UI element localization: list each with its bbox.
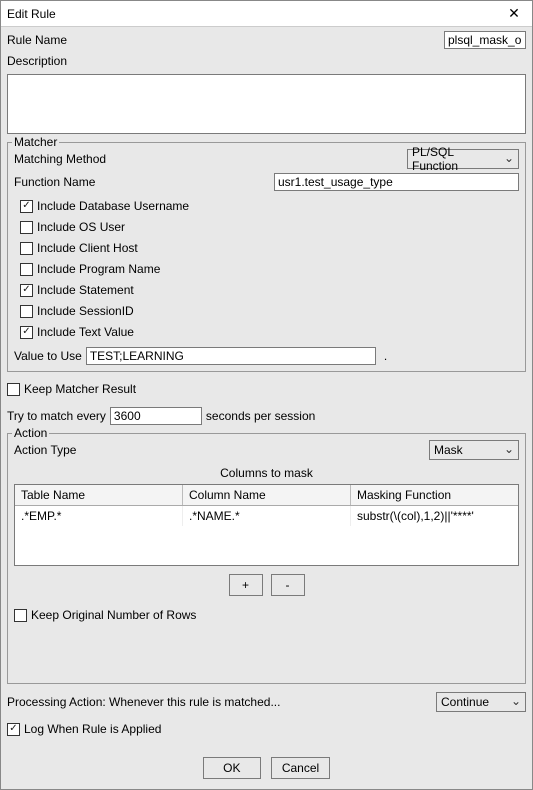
matching-method-label: Matching Method	[14, 152, 106, 166]
description-label: Description	[7, 54, 67, 68]
th-table-name: Table Name	[15, 485, 183, 505]
function-name-label: Function Name	[14, 175, 274, 189]
action-type-label: Action Type	[14, 443, 76, 457]
keep-matcher-result-label: Keep Matcher Result	[24, 382, 136, 396]
include-db-username-checkbox[interactable]	[20, 200, 33, 213]
function-name-input[interactable]	[274, 173, 519, 191]
include-text-value-label: Include Text Value	[37, 325, 134, 339]
matching-method-value: PL/SQL Function	[412, 145, 500, 173]
include-text-value-checkbox[interactable]	[20, 326, 33, 339]
close-icon[interactable]: ✕	[502, 4, 526, 24]
td-column-name[interactable]: .*NAME.*	[183, 506, 351, 526]
delete-row-button[interactable]: -	[271, 574, 305, 596]
action-group-title: Action	[12, 426, 49, 440]
include-program-name-checkbox[interactable]	[20, 263, 33, 276]
rule-name-input[interactable]	[444, 31, 526, 49]
titlebar: Edit Rule ✕	[1, 1, 532, 27]
value-to-use-label: Value to Use	[14, 349, 82, 363]
value-to-use-input[interactable]	[86, 347, 376, 365]
cancel-button[interactable]: Cancel	[271, 757, 330, 779]
include-client-host-checkbox[interactable]	[20, 242, 33, 255]
action-group: Action Action Type Mask Columns to mask …	[7, 433, 526, 684]
include-program-name-label: Include Program Name	[37, 262, 160, 276]
keep-original-rows-label: Keep Original Number of Rows	[31, 608, 196, 622]
columns-table[interactable]: Table Name Column Name Masking Function …	[14, 484, 519, 566]
log-when-applied-label: Log When Rule is Applied	[24, 722, 161, 736]
log-when-applied-checkbox[interactable]	[7, 723, 20, 736]
add-row-button[interactable]: +	[229, 574, 263, 596]
edit-rule-dialog: Edit Rule ✕ Rule Name Description Matche…	[0, 0, 533, 790]
processing-action-select[interactable]: Continue	[436, 692, 526, 712]
window-title: Edit Rule	[7, 7, 56, 21]
include-statement-label: Include Statement	[37, 283, 134, 297]
try-match-prefix: Try to match every	[7, 409, 106, 423]
include-statement-checkbox[interactable]	[20, 284, 33, 297]
rule-name-label: Rule Name	[7, 33, 67, 47]
try-match-suffix: seconds per session	[206, 409, 315, 423]
matching-method-select[interactable]: PL/SQL Function	[407, 149, 519, 169]
keep-matcher-result-checkbox[interactable]	[7, 383, 20, 396]
try-match-interval-input[interactable]	[110, 407, 202, 425]
matcher-group-title: Matcher	[12, 135, 59, 149]
td-table-name[interactable]: .*EMP.*	[15, 506, 183, 526]
table-row[interactable]: .*EMP.* .*NAME.* substr(\(col),1,2)||'**…	[15, 506, 518, 526]
processing-action-label: Processing Action: Whenever this rule is…	[7, 695, 280, 709]
td-masking-function[interactable]: substr(\(col),1,2)||'****'	[351, 506, 518, 526]
include-os-user-checkbox[interactable]	[20, 221, 33, 234]
keep-original-rows-checkbox[interactable]	[14, 609, 27, 622]
matcher-group: Matcher Matching Method PL/SQL Function …	[7, 142, 526, 372]
table-header: Table Name Column Name Masking Function	[15, 485, 518, 506]
include-sessionid-label: Include SessionID	[37, 304, 134, 318]
dialog-content: Rule Name Description Matcher Matching M…	[1, 27, 532, 789]
value-to-use-suffix: .	[384, 349, 387, 363]
description-input[interactable]	[7, 74, 526, 134]
th-column-name: Column Name	[183, 485, 351, 505]
include-sessionid-checkbox[interactable]	[20, 305, 33, 318]
action-type-select[interactable]: Mask	[429, 440, 519, 460]
ok-button[interactable]: OK	[203, 757, 261, 779]
processing-action-value: Continue	[441, 695, 489, 709]
action-type-value: Mask	[434, 443, 463, 457]
columns-to-mask-header: Columns to mask	[14, 466, 519, 480]
include-os-user-label: Include OS User	[37, 220, 125, 234]
include-db-username-label: Include Database Username	[37, 199, 189, 213]
include-client-host-label: Include Client Host	[37, 241, 138, 255]
th-masking-function: Masking Function	[351, 485, 518, 505]
